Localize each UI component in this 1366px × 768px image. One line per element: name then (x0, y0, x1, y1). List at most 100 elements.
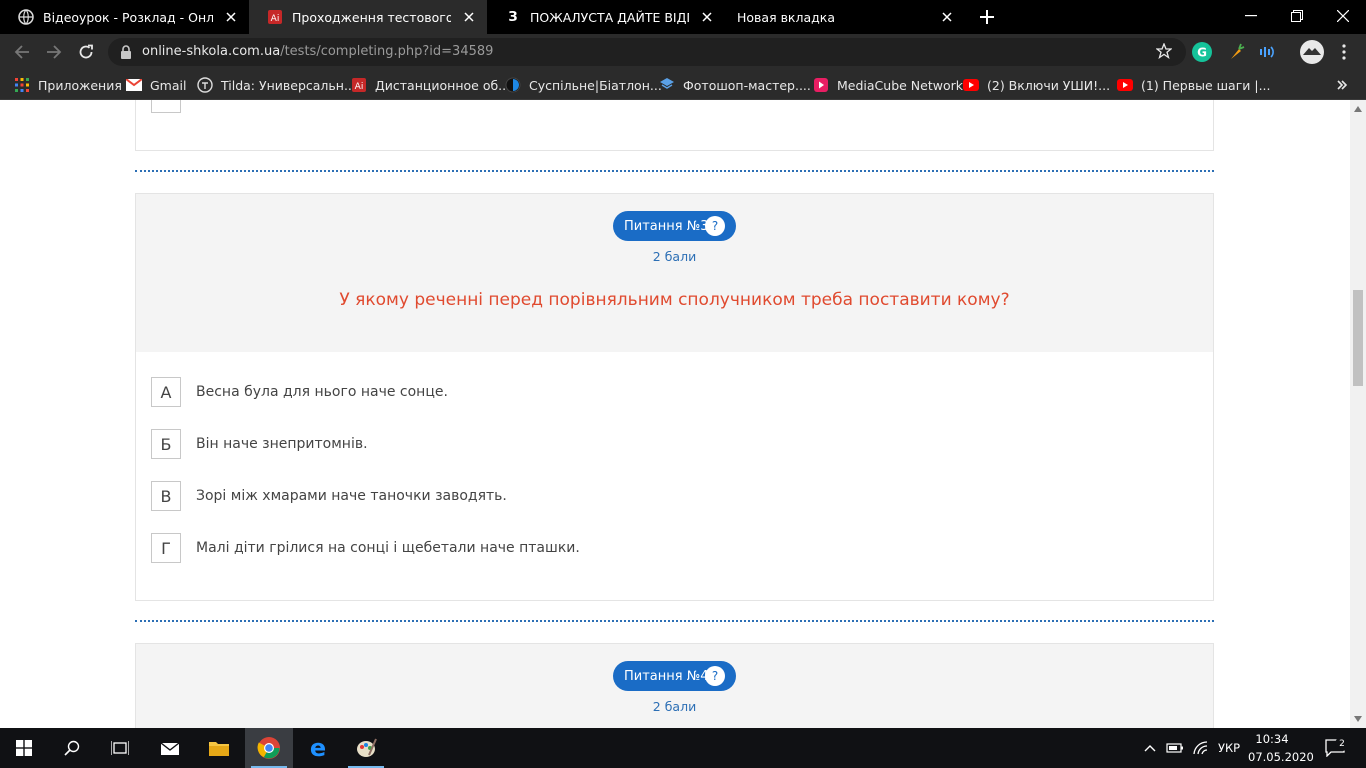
answer-option-b[interactable]: Б Він наче знепритомнів. (151, 429, 368, 459)
question-points: 2 бали (652, 249, 697, 264)
answer-text: Малі діти грілися на сонці і щебетали на… (196, 540, 580, 556)
gmail-icon (126, 77, 142, 93)
answer-text: Весна була для нього наче сонце. (196, 384, 448, 400)
file-explorer-icon[interactable] (195, 728, 243, 768)
answer-option-a[interactable]: А Весна була для нього наче сонце. (151, 377, 448, 407)
close-icon[interactable] (221, 7, 241, 27)
answer-text: Зорі між хмарами наче таночки заводять. (196, 488, 507, 504)
scroll-down-arrow-icon[interactable] (1354, 716, 1362, 722)
bookmark-gmail[interactable]: Gmail (126, 76, 186, 94)
battery-icon[interactable] (1164, 728, 1186, 768)
answer-text: Він наче знепритомнів. (196, 436, 368, 452)
tab-title: Проходження тестового ДЗ - Он (292, 9, 451, 25)
close-icon[interactable] (937, 7, 957, 27)
task-view-icon[interactable] (96, 728, 144, 768)
svg-text:G: G (1197, 46, 1207, 60)
url-text: online-shkola.com.ua/tests/completing.ph… (142, 44, 493, 59)
bookmark-youtube-2[interactable]: (1) Первые шаги |... (1117, 76, 1271, 94)
question-number: Питання №4 (624, 668, 709, 684)
tab-videourok[interactable]: Відеоурок - Розклад - Онлайн-Ш (0, 0, 249, 34)
bookmark-apps[interactable]: Приложения (14, 76, 122, 94)
question-card-previous (135, 100, 1214, 151)
tab-title: ПОЖАЛУСТА ДАЙТЕ ВІДПОВІДЬ (530, 9, 689, 25)
windows-start-icon[interactable] (0, 728, 48, 768)
restore-icon[interactable] (1274, 0, 1320, 32)
bookmarks-bar: Приложения Gmail Tilda: Универсальн... A… (0, 70, 1366, 100)
question-card-4: Питання №4 ? 2 бали (135, 643, 1214, 728)
globe-icon (18, 9, 34, 25)
bookmark-label: Дистанционное об... (375, 77, 511, 93)
clock-date: 07.05.2020 (1248, 750, 1314, 764)
znanija-favicon-icon: З (508, 9, 518, 25)
answer-letter[interactable]: Г (151, 533, 181, 563)
question-header: Питання №3 ? 2 бали У якому реченні пере… (136, 194, 1213, 352)
scroll-up-arrow-icon[interactable] (1354, 106, 1362, 112)
svg-text:Ai: Ai (271, 14, 280, 24)
bookmark-label: Фотошоп-мастер.... (683, 77, 811, 93)
minimize-icon[interactable] (1228, 0, 1274, 32)
close-icon[interactable] (459, 7, 479, 27)
bookmark-label: (1) Первые шаги |... (1141, 77, 1271, 93)
mediacube-icon (813, 77, 829, 93)
bookmark-label: Gmail (150, 77, 187, 93)
answer-letter[interactable]: Б (151, 429, 181, 459)
search-icon[interactable] (48, 728, 96, 768)
page-content: Питання №3 ? 2 бали У якому реченні пере… (0, 100, 1350, 728)
input-language[interactable]: УКР (1214, 728, 1244, 768)
help-question-icon[interactable]: ? (705, 666, 725, 686)
url-path: /tests/completing.php?id=34589 (280, 44, 494, 59)
tab-title: Новая вкладка (737, 9, 835, 25)
carrot-extension-icon[interactable] (1226, 42, 1246, 62)
new-tab-plus-icon[interactable] (976, 6, 998, 28)
answer-letter-box-partial[interactable] (151, 100, 181, 113)
youtube-icon (963, 77, 979, 93)
apps-grid-icon (14, 77, 30, 93)
bookmark-star-icon[interactable] (1155, 42, 1173, 63)
paint-app-icon[interactable] (342, 728, 390, 768)
tray-overflow-chevron-icon[interactable] (1140, 728, 1160, 768)
lock-icon[interactable] (120, 44, 132, 63)
question-number-badge: Питання №4 ? (613, 661, 736, 691)
bookmark-suspilne[interactable]: Суспільне|Біатлон... (505, 76, 662, 94)
profile-avatar[interactable] (1300, 40, 1324, 64)
close-window-icon[interactable] (1320, 0, 1366, 32)
mail-icon[interactable] (146, 728, 194, 768)
chrome-taskbar-icon[interactable] (245, 728, 293, 768)
answer-letter[interactable]: В (151, 481, 181, 511)
forward-arrow-icon[interactable] (42, 40, 66, 64)
back-arrow-icon[interactable] (10, 40, 34, 64)
tab-test-active[interactable]: Ai Проходження тестового ДЗ - Он (249, 0, 487, 34)
network-icon[interactable] (1190, 728, 1212, 768)
answer-option-v[interactable]: В Зорі між хмарами наче таночки заводять… (151, 481, 507, 511)
bookmark-mediacube[interactable]: MediaCube Network (813, 76, 963, 94)
screen: Відеоурок - Розклад - Онлайн-Ш Ai Проход… (0, 0, 1366, 768)
help-question-icon[interactable]: ? (705, 216, 725, 236)
bookmark-youtube-1[interactable]: (2) Включи УШИ!... (963, 76, 1110, 94)
notification-center-icon[interactable]: 2 (1318, 728, 1352, 768)
scrollbar-thumb[interactable] (1353, 290, 1363, 386)
bookmark-tilda[interactable]: Tilda: Универсальн... (197, 76, 356, 94)
edge-icon[interactable]: e (294, 728, 342, 768)
audio-extension-icon[interactable] (1257, 42, 1277, 62)
system-clock[interactable]: 10:34 07.05.2020 (1248, 730, 1314, 766)
tab-new[interactable]: Новая вкладка (725, 0, 965, 34)
tab-znanija[interactable]: З ПОЖАЛУСТА ДАЙТЕ ВІДПОВІДЬ (487, 0, 725, 34)
question-separator (135, 170, 1214, 172)
bookmark-photoshop[interactable]: Фотошоп-мастер.... (659, 76, 811, 94)
question-header: Питання №4 ? 2 бали (136, 644, 1213, 728)
bookmark-label: Tilda: Универсальн... (221, 77, 356, 93)
close-icon[interactable] (697, 7, 717, 27)
grammarly-icon[interactable]: G (1192, 42, 1212, 62)
answer-letter[interactable]: А (151, 377, 181, 407)
svg-text:Ai: Ai (355, 82, 364, 92)
reload-icon[interactable] (74, 40, 98, 64)
bookmarks-overflow-icon[interactable] (1336, 76, 1348, 94)
bookmark-distance[interactable]: Ai Дистанционное об... (351, 76, 510, 94)
answer-option-g[interactable]: Г Малі діти грілися на сонці і щебетали … (151, 533, 580, 563)
bookmark-label: Суспільне|Біатлон... (529, 77, 662, 93)
page-scrollbar[interactable] (1350, 100, 1366, 728)
address-bar[interactable]: online-shkola.com.ua/tests/completing.ph… (108, 38, 1186, 66)
menu-dots-icon[interactable] (1334, 42, 1354, 62)
question-number: Питання №3 (624, 218, 709, 234)
question-separator (135, 620, 1214, 622)
